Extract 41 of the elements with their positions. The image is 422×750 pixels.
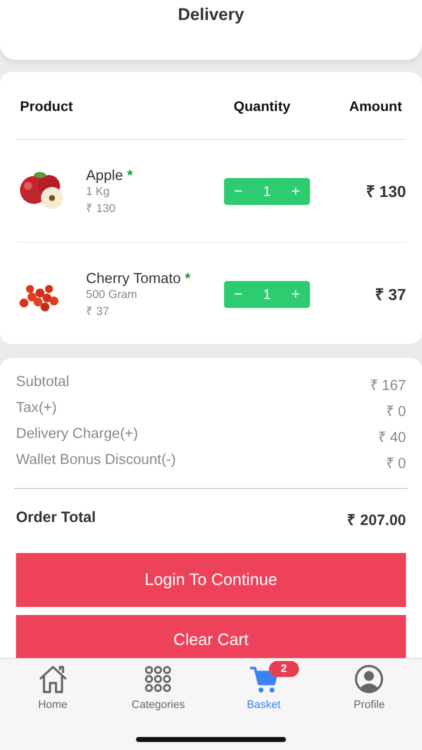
summary-label: Subtotal bbox=[16, 374, 70, 392]
quantity-value: 1 bbox=[263, 183, 271, 199]
increment-button[interactable]: + bbox=[285, 182, 306, 200]
summary-label: Tax(+) bbox=[16, 400, 57, 418]
decrement-button[interactable]: − bbox=[228, 286, 249, 302]
column-header: Amount bbox=[348, 98, 402, 114]
tab[interactable]: Categories bbox=[108, 663, 208, 715]
product-name: Cherry Tomato bbox=[86, 270, 181, 286]
increment-button[interactable]: + bbox=[285, 286, 306, 302]
total-label: Order Total bbox=[16, 509, 96, 528]
required-mark: * bbox=[184, 270, 191, 286]
product-name: Apple bbox=[86, 168, 124, 184]
login-button[interactable]: Login To Continue bbox=[16, 553, 406, 607]
summary-value: ₹ 167 bbox=[370, 377, 406, 396]
profile-icon bbox=[354, 664, 384, 694]
decrement-button[interactable]: − bbox=[228, 182, 249, 200]
clear-cart-button[interactable]: Clear Cart bbox=[16, 615, 406, 659]
total-value: ₹ 207.00 bbox=[346, 511, 406, 531]
product-unit: 500 Gram bbox=[86, 288, 138, 300]
summary-label: Delivery Charge(+) bbox=[16, 426, 138, 444]
summary-value: ₹ 0 bbox=[386, 403, 406, 422]
home-icon bbox=[36, 664, 69, 694]
cart-icon bbox=[248, 665, 279, 693]
row-amount: ₹ 130 bbox=[364, 183, 406, 202]
column-header: Quantity bbox=[232, 98, 292, 114]
required-mark: * bbox=[127, 168, 133, 184]
tab[interactable]: Profile bbox=[319, 663, 420, 715]
product-price: ₹ 37 bbox=[86, 304, 110, 318]
product-price: ₹ 130 bbox=[86, 202, 116, 214]
tab[interactable]: Home bbox=[2, 663, 103, 715]
summary-value: ₹ 40 bbox=[378, 429, 406, 448]
count-badge: 2 bbox=[268, 661, 299, 677]
column-header: Product bbox=[20, 98, 74, 114]
quantity-value: 1 bbox=[263, 286, 271, 302]
product-unit: 1 Kg bbox=[86, 186, 111, 198]
delivery-title: Delivery bbox=[178, 5, 244, 25]
summary-label: Wallet Bonus Discount(-) bbox=[16, 452, 176, 470]
grid-icon bbox=[144, 665, 172, 693]
tab[interactable]: 2 Basket bbox=[214, 663, 314, 715]
row-amount: ₹ 37 bbox=[374, 286, 406, 305]
summary-value: ₹ 0 bbox=[386, 455, 406, 474]
